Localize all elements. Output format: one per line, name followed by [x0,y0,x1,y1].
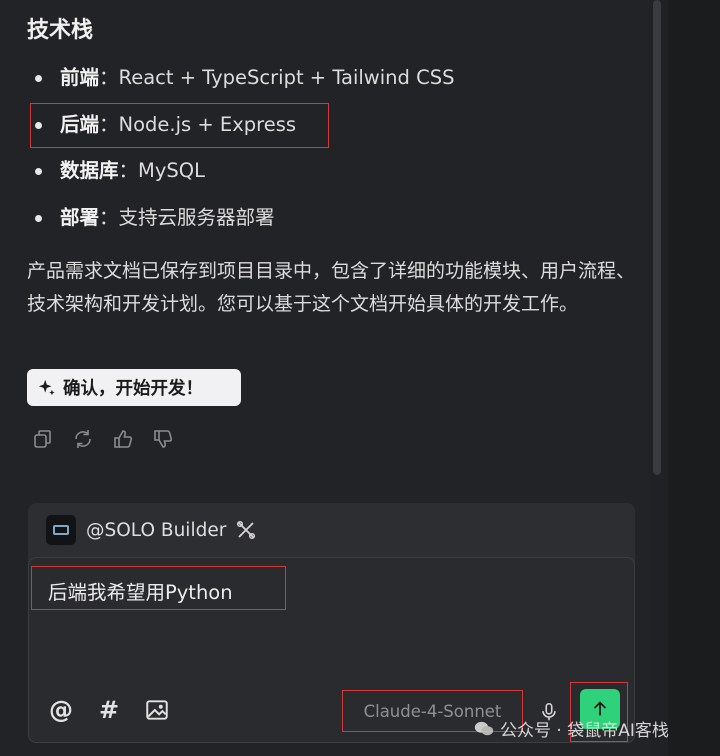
bullet-dot [35,75,42,82]
hash-icon[interactable]: # [96,696,122,724]
tech-value: MySQL [138,159,205,182]
solo-builder-avatar-icon [46,515,76,545]
scrollbar-thumb[interactable] [653,0,661,475]
tech-key: 数据库 [60,159,119,182]
tech-value: React + TypeScript + Tailwind CSS [118,66,455,89]
section-title: 技术栈 [27,18,94,43]
watermark-text: 公众号 · 袋鼠帝AI客栈 [500,721,669,741]
list-item: 前端：React + TypeScript + Tailwind CSS [30,58,454,105]
summary-text: 产品需求文档已保存到项目目录中，包含了详细的功能模块、用户流程、技术架构和开发计… [27,260,636,315]
confirm-button-label: 确认，开始开发！ [63,379,203,399]
mention-icon[interactable]: @ [48,696,74,724]
bullet-dot [35,168,42,175]
tech-key: 前端 [60,66,100,89]
tech-sep: ： [99,205,119,229]
regenerate-icon[interactable] [72,428,94,450]
message-actions [32,428,174,450]
highlight-box-input [31,566,286,610]
list-item: 部署：支持云服务器部署 [30,198,454,245]
tech-sep: ： [99,66,119,89]
copy-icon[interactable] [32,428,54,450]
tech-value: 支持云服务器部署 [118,205,275,229]
tech-key: 部署 [60,205,100,229]
tech-stack-list: 前端：React + TypeScript + Tailwind CSS 后端：… [30,58,454,244]
tech-sep: ： [118,159,139,182]
side-panel [668,0,720,756]
list-item: 数据库：MySQL [30,151,454,198]
agent-selector[interactable]: @SOLO Builder [46,515,256,545]
bullet-dot [35,214,42,222]
tools-icon [237,520,256,540]
thumbs-down-icon[interactable] [152,428,174,450]
thumbs-up-icon[interactable] [112,428,134,450]
composer-tools: @ # [48,696,170,724]
watermark: 公众号 · 袋鼠帝AI客栈 [474,716,669,741]
confirm-start-button[interactable]: 确认，开始开发！ [27,369,241,406]
wechat-icon [474,721,494,735]
highlight-box-backend [30,103,329,148]
sparkle-icon [38,379,55,395]
agent-name: @SOLO Builder [86,519,227,541]
image-icon[interactable] [144,697,170,723]
